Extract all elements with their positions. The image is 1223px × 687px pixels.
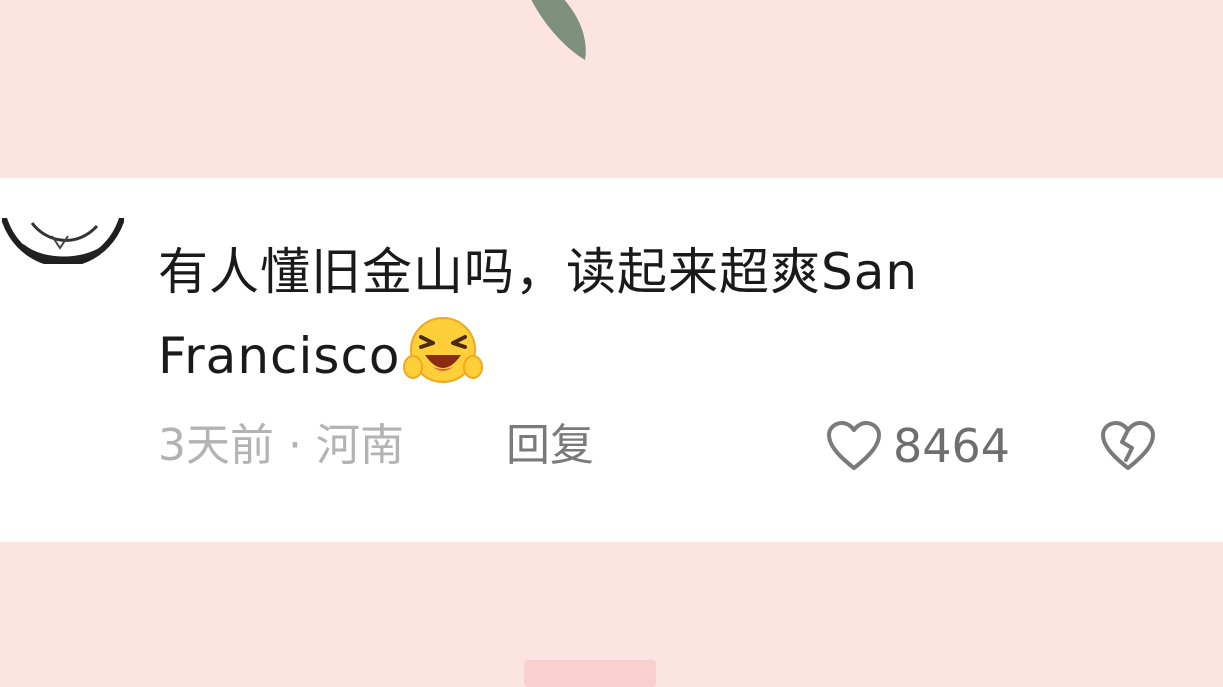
comment-text-line1: 有人懂旧金山吗，读起来超爽San [158,243,919,301]
comment-text: 有人懂旧金山吗，读起来超爽San Francisco [158,230,1098,398]
bottom-decoration [524,660,656,687]
meta-separator: · [288,420,302,471]
comment-location: 河南 [316,420,404,471]
like-count: 8464 [893,419,1011,473]
avatar[interactable] [2,218,124,264]
comment-time: 3天前 [158,420,274,471]
heart-outline-icon[interactable] [826,420,882,472]
laughing-crying-emoji-icon [402,317,483,383]
leaf-decoration-icon [531,0,586,60]
broken-heart-icon[interactable] [1100,420,1156,472]
comment-meta: 3天前 · 河南 [158,418,404,474]
comment-card: 有人懂旧金山吗，读起来超爽San Francisco 3天前 · 河南 回复 846… [0,178,1223,542]
reply-button[interactable]: 回复 [506,418,594,474]
top-background [0,0,1223,178]
comment-text-line2: Francisco [158,327,401,385]
